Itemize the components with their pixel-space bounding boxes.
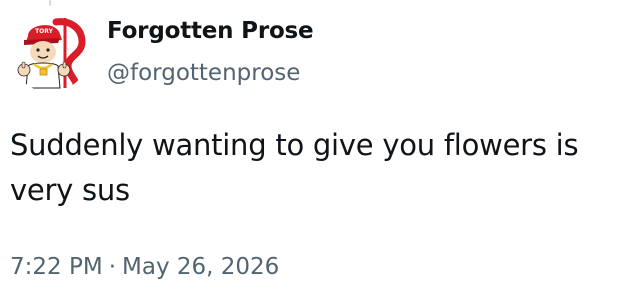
svg-text:TORY: TORY — [35, 28, 53, 35]
cartoon-character-avatar-icon: TORY — [10, 12, 90, 92]
tweet-timestamp[interactable]: 7:22 PM · May 26, 2026 — [10, 250, 279, 284]
tweet-card: TORY Forgotten Prose @forgottenprose Sud… — [0, 0, 631, 294]
tweet-time[interactable]: 7:22 PM — [10, 254, 103, 280]
tweet-text: Suddenly wanting to give you flowers is … — [10, 128, 579, 207]
tweet-date[interactable]: May 26, 2026 — [122, 254, 279, 280]
thread-connector-line — [49, 0, 51, 6]
author-handle[interactable]: @forgottenprose — [107, 56, 300, 90]
author-display-name[interactable]: Forgotten Prose — [107, 14, 314, 48]
meta-separator: · — [108, 254, 116, 280]
avatar[interactable]: TORY — [10, 12, 90, 92]
